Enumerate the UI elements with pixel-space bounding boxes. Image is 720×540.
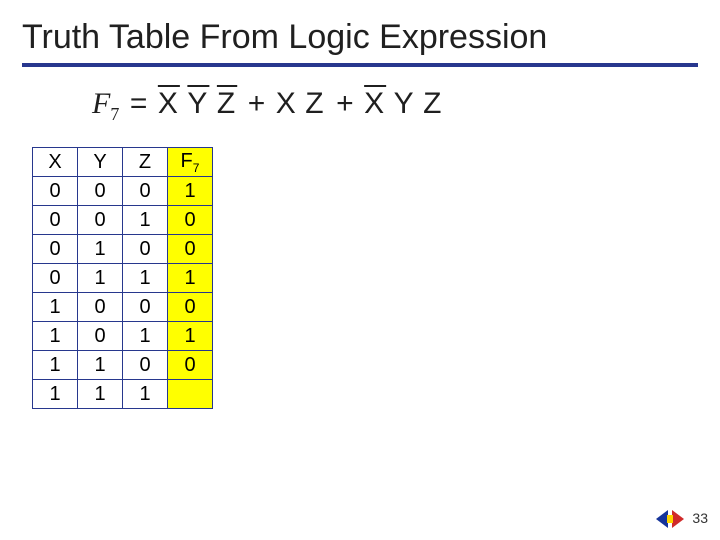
slide-logo-icon bbox=[654, 506, 686, 532]
fn-subscript: 7 bbox=[110, 104, 119, 124]
cell-z: 0 bbox=[123, 293, 168, 322]
col-header-y: Y bbox=[78, 148, 123, 177]
cell-z: 1 bbox=[123, 264, 168, 293]
plus1: + bbox=[245, 87, 269, 120]
cell-y: 0 bbox=[78, 322, 123, 351]
col-header-f: F7 bbox=[168, 148, 213, 177]
logic-expression: F7 = X Y Z + X Z + X Y Z bbox=[92, 87, 698, 125]
term2-z: Z bbox=[305, 87, 325, 120]
table-row: 1 0 1 1 bbox=[33, 322, 213, 351]
table-row: 1 0 0 0 bbox=[33, 293, 213, 322]
truth-table: X Y Z F7 0 0 0 1 0 0 1 0 0 1 0 bbox=[32, 147, 213, 409]
col-header-x: X bbox=[33, 148, 78, 177]
term2-x: X bbox=[276, 87, 298, 120]
cell-z: 1 bbox=[123, 206, 168, 235]
cell-f: 1 bbox=[168, 177, 213, 206]
term3-xbar: X bbox=[364, 87, 386, 120]
cell-y: 1 bbox=[78, 351, 123, 380]
cell-x: 1 bbox=[33, 293, 78, 322]
cell-x: 1 bbox=[33, 380, 78, 409]
cell-f bbox=[168, 380, 213, 409]
term3-y: Y bbox=[394, 87, 416, 120]
cell-f: 1 bbox=[168, 322, 213, 351]
cell-y: 1 bbox=[78, 380, 123, 409]
plus2: + bbox=[333, 87, 357, 120]
term3-z: Z bbox=[423, 87, 443, 120]
cell-x: 1 bbox=[33, 322, 78, 351]
table-row: 1 1 1 bbox=[33, 380, 213, 409]
slide-title: Truth Table From Logic Expression bbox=[22, 18, 698, 57]
table-row: 0 0 1 0 bbox=[33, 206, 213, 235]
cell-y: 1 bbox=[78, 235, 123, 264]
slide: Truth Table From Logic Expression F7 = X… bbox=[0, 0, 720, 540]
col-header-z: Z bbox=[123, 148, 168, 177]
cell-y: 0 bbox=[78, 293, 123, 322]
cell-x: 0 bbox=[33, 235, 78, 264]
cell-f: 1 bbox=[168, 264, 213, 293]
table-row: 0 0 0 1 bbox=[33, 177, 213, 206]
cell-z: 0 bbox=[123, 351, 168, 380]
equals: = bbox=[127, 87, 151, 120]
cell-x: 0 bbox=[33, 177, 78, 206]
cell-x: 0 bbox=[33, 264, 78, 293]
cell-z: 1 bbox=[123, 380, 168, 409]
cell-y: 0 bbox=[78, 206, 123, 235]
cell-y: 0 bbox=[78, 177, 123, 206]
table-header-row: X Y Z F7 bbox=[33, 148, 213, 177]
fn-symbol: F bbox=[92, 87, 110, 120]
page-number: 33 bbox=[692, 510, 708, 526]
cell-z: 0 bbox=[123, 235, 168, 264]
cell-y: 1 bbox=[78, 264, 123, 293]
cell-f: 0 bbox=[168, 235, 213, 264]
table-row: 0 1 0 0 bbox=[33, 235, 213, 264]
term1-ybar: Y bbox=[187, 87, 209, 120]
cell-x: 0 bbox=[33, 206, 78, 235]
term1-xbar: X bbox=[158, 87, 180, 120]
cell-z: 1 bbox=[123, 322, 168, 351]
cell-z: 0 bbox=[123, 177, 168, 206]
cell-f: 0 bbox=[168, 351, 213, 380]
table-row: 0 1 1 1 bbox=[33, 264, 213, 293]
cell-f: 0 bbox=[168, 206, 213, 235]
term1-zbar: Z bbox=[217, 87, 237, 120]
title-underline bbox=[22, 63, 698, 67]
cell-f: 0 bbox=[168, 293, 213, 322]
cell-x: 1 bbox=[33, 351, 78, 380]
table-row: 1 1 0 0 bbox=[33, 351, 213, 380]
